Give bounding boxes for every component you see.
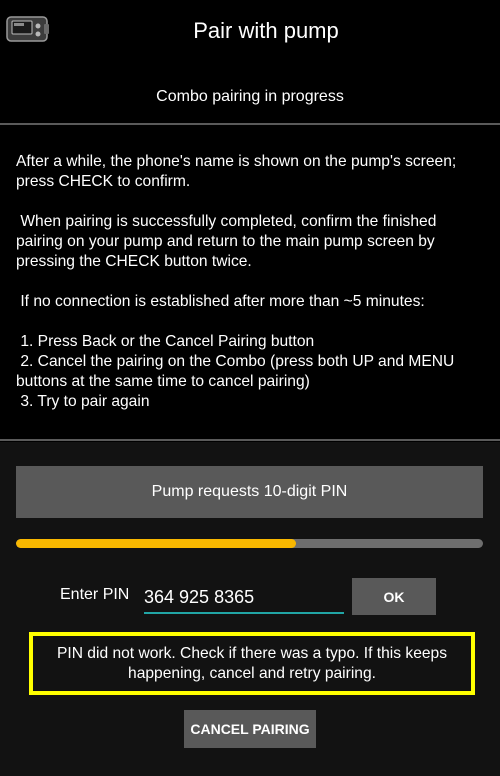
divider xyxy=(0,123,500,125)
instruction-step: 1. Press Back or the Cancel Pairing butt… xyxy=(16,333,315,350)
pin-error-message: PIN did not work. Check if there was a t… xyxy=(29,632,475,695)
instruction-text: After a while, the phone's name is shown… xyxy=(16,153,461,190)
pin-label: Enter PIN xyxy=(60,586,130,603)
instruction-step: 2. Cancel the pairing on the Combo (pres… xyxy=(16,353,459,390)
ok-button[interactable]: OK xyxy=(352,578,436,615)
pairing-status: Combo pairing in progress xyxy=(0,58,500,124)
page-title: Pair with pump xyxy=(193,18,339,43)
cancel-pairing-button[interactable]: CANCEL PAIRING xyxy=(184,710,316,748)
instruction-step: 3. Try to pair again xyxy=(16,393,150,410)
progress-fill xyxy=(16,539,297,548)
pump-device-icon xyxy=(6,14,50,44)
divider xyxy=(0,439,500,441)
app-bar: Pair with pump xyxy=(0,0,500,58)
pin-request-banner: Pump requests 10-digit PIN xyxy=(16,466,483,518)
pairing-instructions: After a while, the phone's name is shown… xyxy=(16,152,486,412)
pin-input[interactable] xyxy=(144,582,344,614)
error-text: PIN did not work. Check if there was a t… xyxy=(56,644,448,682)
instruction-text: When pairing is successfully completed, … xyxy=(16,213,441,270)
pairing-progress-bar xyxy=(16,539,483,548)
instruction-text: If no connection is established after mo… xyxy=(16,293,425,310)
